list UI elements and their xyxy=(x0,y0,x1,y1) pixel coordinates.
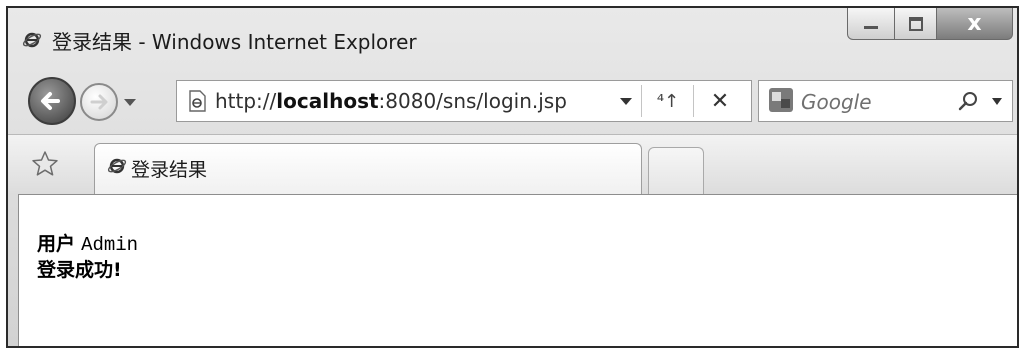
url-text[interactable]: http://localhost:8080/sns/login.jsp xyxy=(215,89,567,113)
close-button[interactable]: x xyxy=(937,8,1013,40)
history-dropdown-icon[interactable] xyxy=(122,96,138,108)
search-options-dropdown-icon[interactable] xyxy=(991,96,1003,106)
ie-logo-icon xyxy=(107,158,127,174)
tab-active[interactable]: 登录结果 xyxy=(94,143,642,195)
maximize-button[interactable] xyxy=(895,8,937,40)
stop-button[interactable]: ✕ xyxy=(697,85,743,117)
success-text: 登录成功! xyxy=(37,259,122,281)
forward-button[interactable] xyxy=(80,83,118,121)
user-line: 用户 Admin xyxy=(37,229,138,256)
tab-bar: 登录结果 xyxy=(8,134,1017,195)
back-button[interactable] xyxy=(28,77,76,125)
window-controls: x xyxy=(847,8,1013,42)
page-icon xyxy=(189,90,206,112)
star-icon[interactable] xyxy=(30,149,60,179)
window-title: 登录结果 - Windows Internet Explorer xyxy=(52,30,417,54)
separator xyxy=(641,85,642,117)
new-tab-button[interactable] xyxy=(648,147,704,195)
ie-logo-icon xyxy=(22,32,42,48)
search-input[interactable] xyxy=(799,85,953,119)
minimize-button[interactable] xyxy=(847,8,895,40)
navigation-bar: http://localhost:8080/sns/login.jsp ⁴↑ ✕ xyxy=(8,70,1017,132)
refresh-button[interactable]: ⁴↑ xyxy=(647,85,689,117)
username-value: Admin xyxy=(81,234,139,256)
maximize-icon xyxy=(908,16,923,31)
login-success-message: 登录成功! xyxy=(37,255,122,282)
back-arrow-icon xyxy=(41,92,60,110)
user-label: 用户 xyxy=(37,233,76,255)
page-content: 用户 Admin 登录成功! xyxy=(18,194,1017,346)
forward-arrow-icon xyxy=(90,94,108,110)
search-icon[interactable] xyxy=(957,89,981,113)
separator xyxy=(693,85,694,117)
tab-label: 登录结果 xyxy=(131,159,208,181)
address-dropdown-icon[interactable] xyxy=(619,95,633,107)
browser-window: 登录结果 - Windows Internet Explorer x http:… xyxy=(6,6,1019,348)
address-bar[interactable]: http://localhost:8080/sns/login.jsp ⁴↑ ✕ xyxy=(176,80,752,122)
minimize-icon xyxy=(864,25,878,29)
title-bar: 登录结果 - Windows Internet Explorer x xyxy=(8,8,1017,70)
google-logo-icon xyxy=(769,88,793,112)
search-box[interactable] xyxy=(758,80,1013,122)
